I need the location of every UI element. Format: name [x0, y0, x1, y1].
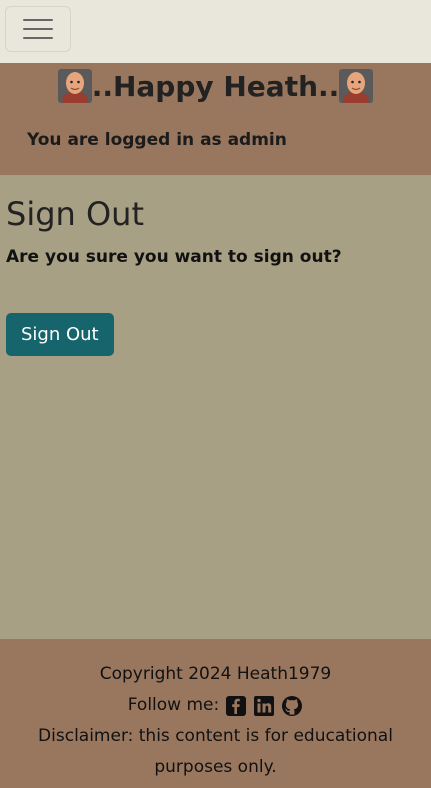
site-footer: Copyright 2024 Heath1979 Follow me: Disc…: [0, 639, 431, 788]
linkedin-icon[interactable]: [253, 695, 275, 717]
navbar: [0, 0, 431, 63]
hamburger-menu-icon: [23, 19, 53, 21]
brand-text: ..Happy Heath..: [91, 69, 340, 103]
facebook-icon[interactable]: [225, 695, 247, 717]
sign-out-button[interactable]: Sign Out: [6, 313, 114, 356]
follow-label: Follow me:: [127, 695, 220, 715]
main-content: Sign Out Are you sure you want to sign o…: [0, 175, 431, 639]
site-brand[interactable]: ..Happy Heath..: [0, 69, 431, 103]
page-title: Sign Out: [6, 195, 144, 233]
logged-in-status: You are logged in as admin: [27, 130, 287, 150]
menu-toggle-button[interactable]: [5, 6, 71, 52]
disclaimer-text: Disclaimer: this content is for educatio…: [38, 726, 393, 777]
site-header: ..Happy Heath.. You are logged in as adm…: [0, 63, 431, 175]
github-icon[interactable]: [281, 695, 303, 717]
confirmation-text: Are you sure you want to sign out?: [6, 247, 342, 267]
avatar-icon: [339, 69, 374, 103]
copyright-text: Copyright 2024 Heath1979: [99, 664, 332, 684]
avatar-icon: [57, 69, 92, 103]
follow-me-row: Follow me:: [0, 690, 431, 721]
